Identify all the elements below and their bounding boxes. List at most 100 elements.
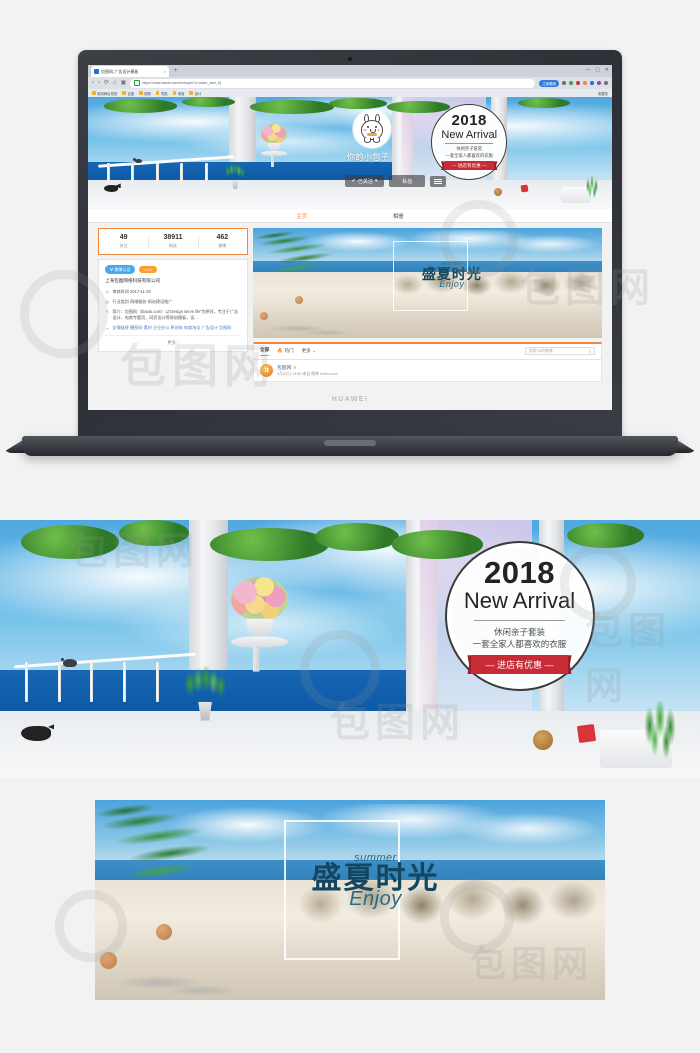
verification-badges: V 微博认证 Lv.8: [105, 265, 241, 274]
bookmark-icon: [92, 91, 96, 95]
new-tab-button[interactable]: +: [174, 68, 178, 74]
bookmark-item[interactable]: 设计: [189, 91, 201, 96]
post-header: 包图网 V 3月23日 13:55 来自 微博 weibo.com: [277, 364, 338, 378]
bookmark-label: 视频: [144, 91, 151, 96]
standalone-summer-banner: summer 盛夏时光 Enjoy: [95, 800, 605, 1000]
palm-shadow: [253, 313, 400, 338]
stat-following[interactable]: 49 关注: [99, 234, 148, 249]
extension-icon-6[interactable]: [597, 81, 601, 85]
summer-banner-text: summer 盛夏时光 Enjoy: [393, 261, 512, 289]
weibo-page: 你的小包子 ✔ 已关注 ▾ 私信 2018 New Arrival 休闲亲子套装…: [88, 97, 612, 410]
vine-leaves-6: [567, 522, 644, 549]
chevron-down-icon: ⌄: [312, 348, 317, 354]
category-icon: ▤: [105, 299, 110, 305]
laptop-base: [22, 436, 678, 456]
extension-icon-4[interactable]: [583, 81, 587, 85]
verify-row-text[interactable]: 友情链接 摄图网·素材 企业办公 原创体 电商淘宝 广告设计 包图网: [113, 325, 242, 331]
browser-chrome: 包图网-广告设计模板 × + — ▢ ✕ ‹ › ⟳ ⌂ ▣ https://w…: [88, 65, 612, 97]
bookmarks-bar: 常用网址导航 百度 视频 导航 淘宝 设计 收藏夹: [88, 89, 612, 97]
post-avatar[interactable]: b: [260, 363, 273, 377]
feed-tab-hot[interactable]: 🔥 热门: [277, 348, 293, 354]
feed-tab-hot-label: 热门: [284, 348, 294, 354]
maximize-icon[interactable]: ▢: [595, 67, 600, 73]
palm-plant: [581, 176, 602, 201]
bookmark-item[interactable]: 常用网址导航: [92, 91, 117, 96]
badge-divider: [445, 143, 494, 145]
verified-v-icon: V: [110, 267, 113, 273]
webcam-icon: [348, 57, 352, 61]
stat-value: 462: [216, 234, 229, 241]
verify-more-link[interactable]: 更多 ›: [105, 335, 241, 346]
verification-card: V 微博认证 Lv.8 上海包图网络科技有限公司 ◎ 审核时间 2017-11-…: [98, 259, 248, 353]
tab-title: 包图网-广告设计模板: [101, 68, 139, 74]
bookmark-icon: [122, 91, 126, 95]
stat-value: 38911: [163, 234, 183, 241]
palm-plant: [634, 700, 686, 763]
extension-icon-3[interactable]: [576, 81, 580, 85]
search-input[interactable]: 搜索TA的微博 ⌕: [525, 347, 595, 356]
extension-icon-5[interactable]: [590, 81, 594, 85]
vine-leaves-2: [119, 520, 189, 546]
message-button[interactable]: 私信: [389, 175, 426, 188]
bookmark-item[interactable]: 视频: [139, 91, 151, 96]
menu-icon[interactable]: [604, 81, 608, 85]
post-author[interactable]: 包图网: [277, 364, 291, 371]
bookmark-icon: [172, 91, 177, 95]
follow-button[interactable]: ✔ 已关注 ▾: [344, 175, 385, 188]
avatar[interactable]: [352, 110, 391, 149]
bookmarks-overflow[interactable]: 收藏夹: [598, 91, 608, 96]
verify-row-intro: ✎ 简介：包图网（ibaotu.com）以'Design serve life'…: [105, 309, 241, 321]
verify-row-industry: ▤ 行业类别 网络服务-网站建设推广: [105, 299, 241, 305]
home-icon[interactable]: ⌂: [113, 80, 117, 86]
clock-icon: ◎: [105, 289, 110, 295]
badge-title: New Arrival: [463, 588, 576, 614]
summer-promo-banner[interactable]: summer 盛夏时光 Enjoy: [253, 228, 602, 338]
bird-icon: [61, 658, 77, 668]
main-column: summer 盛夏时光 Enjoy 全部 🔥 热门 更多 ⌄ 搜索TA的微博 ⌕…: [253, 228, 602, 382]
bookmark-label: 设计: [194, 91, 202, 96]
address-bar[interactable]: https://www.baotu.com/v/zhuye/?c=nown_zs…: [130, 78, 536, 88]
weibo-verified-badge[interactable]: V 微博认证: [105, 265, 136, 274]
tab-home[interactable]: 主页: [296, 212, 307, 220]
teddy-bear-icon: [493, 187, 502, 196]
fire-icon: 🔥: [277, 348, 283, 354]
close-tab-icon[interactable]: ×: [164, 69, 166, 74]
bookmark-icon: [189, 91, 193, 95]
back-icon[interactable]: ‹: [92, 80, 94, 86]
new-arrival-badge: 2018 New Arrival 休闲亲子套装 一套全家人都喜欢的衣服 — 进店…: [444, 540, 595, 691]
stat-posts[interactable]: 462 微博: [197, 234, 247, 249]
translate-button[interactable]: 立即翻译: [539, 79, 559, 87]
bookmark-label: 淘宝: [177, 91, 185, 96]
level-badge[interactable]: Lv.8: [139, 265, 157, 274]
stat-fans[interactable]: 38911 粉丝: [148, 234, 197, 249]
verify-row-text: 行业类别 网络服务-网站建设推广: [112, 298, 173, 304]
badge-divider: [474, 619, 565, 621]
url-text: https://www.baotu.com/v/zhuye/?c=nown_zs…: [142, 81, 221, 85]
more-menu-button[interactable]: [430, 176, 447, 187]
bookmark-label: 百度: [127, 91, 135, 96]
bookmark-item[interactable]: 导航: [155, 91, 168, 96]
verify-row-links: ∞ 友情链接 摄图网·素材 企业办公 原创体 电商淘宝 广告设计 包图网: [105, 325, 241, 331]
standalone-cover-banner: 2018 New Arrival 休闲亲子套装 一套全家人都喜欢的衣服 — 进店…: [0, 520, 700, 778]
search-placeholder: 搜索TA的微博: [529, 348, 553, 353]
minimize-icon[interactable]: —: [585, 67, 590, 73]
extension-icon-2[interactable]: [569, 81, 573, 85]
extension-icon-1[interactable]: [562, 81, 566, 85]
left-sidebar: 49 关注 38911 粉丝 462 微博 V 微博认证 Lv.8 上海包图网络…: [98, 228, 248, 382]
stat-label: 关注: [119, 243, 128, 249]
search-icon[interactable]: ⌕: [589, 349, 591, 354]
bookmark-item[interactable]: 淘宝: [172, 91, 185, 96]
feed-tab-more[interactable]: 更多 ⌄: [302, 348, 317, 354]
tab-album[interactable]: 相册: [393, 212, 404, 220]
feed-tab-all[interactable]: 全部: [260, 347, 270, 356]
browser-tab[interactable]: 包图网-广告设计模板 ×: [91, 66, 169, 77]
summer-banner-text: summer 盛夏时光 Enjoy: [284, 852, 468, 911]
verify-row-audit: ◎ 审核时间 2017-11-29: [105, 289, 241, 295]
red-pillow: [520, 184, 529, 193]
close-window-icon[interactable]: ✕: [605, 67, 609, 73]
reload-icon[interactable]: ⟳: [104, 80, 109, 86]
forward-icon[interactable]: ›: [98, 80, 100, 86]
baozi-mascot-icon: [359, 113, 385, 143]
bird-icon: [133, 157, 143, 163]
bookmark-item[interactable]: 百度: [122, 91, 134, 96]
